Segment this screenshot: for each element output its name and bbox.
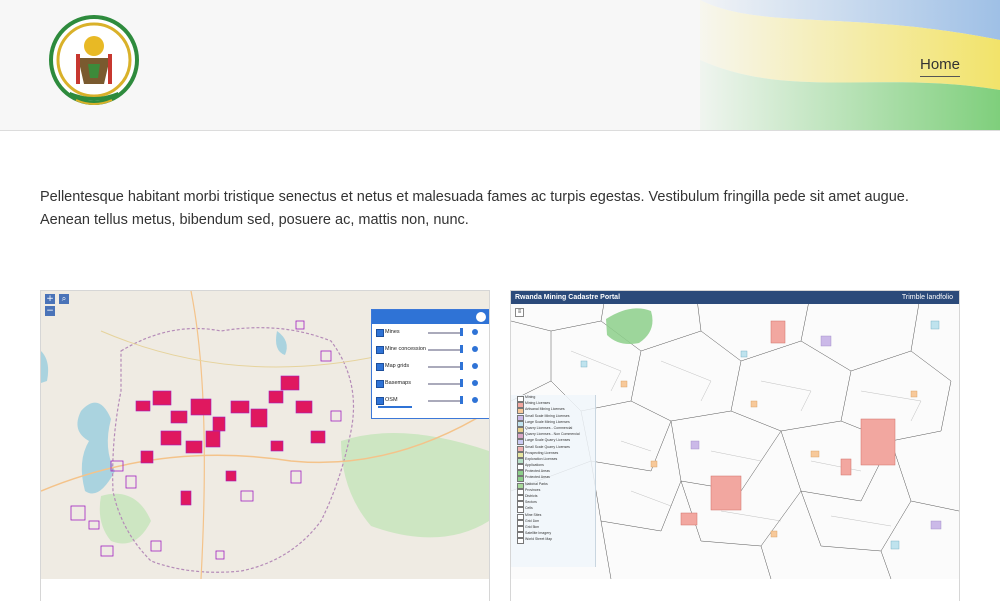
legend-label: Small Scale Mining Licenses [525,413,570,418]
layer-name: OSM [385,397,398,403]
layer-info-icon[interactable] [472,380,478,386]
legend-label: Quarry Licenses - Commercial [525,425,573,430]
map-legend-panel: Mining Mining Licenses Artisanal Mining Li… [511,395,596,567]
layer-info-icon[interactable] [472,363,478,369]
zoom-in-button[interactable]: + [45,294,55,304]
opacity-slider[interactable] [428,400,462,402]
opacity-slider[interactable] [428,366,462,368]
site-header: Home [0,0,1000,131]
legend-label: Cells [525,506,533,511]
layer-name: Map grids [385,363,410,369]
layer-checkbox[interactable] [376,397,384,405]
layers-icon[interactable] [476,312,486,322]
legend-label: National Parks [525,481,548,486]
legend-label: Grid 5km [525,524,540,529]
portal-title: Rwanda Mining Cadastre Portal [515,294,621,301]
layer-name: Mine concession [385,346,426,352]
legend-label: Large Scale Mining Licenses [525,419,570,424]
legend-label: Small Scale Quarry Licenses [525,444,570,449]
layer-name: Basemaps [385,380,411,386]
legend-label: Districts [525,494,538,498]
legend-label: Mine Sites [525,512,542,517]
layer-row-map-grids: Map grids [372,358,489,375]
layer-checkbox[interactable] [376,363,384,371]
portal-title-bar: Rwanda Mining Cadastre Portal Trimble la… [511,291,959,304]
layer-row-mine-concession: Mine concession [372,341,489,358]
legend-label: Prospecting Licenses [525,450,559,455]
slider-handle[interactable] [460,362,463,370]
slider-handle[interactable] [460,396,463,404]
layer-info-icon[interactable] [472,346,478,352]
layer-switcher-panel: Mines Mine concession Map grids Basemaps… [371,309,489,419]
map-zoom-control: + − [45,294,55,318]
legend-label: Grid 1km [525,518,540,523]
legend-label: Protected Areas [525,475,550,480]
slider-handle[interactable] [460,345,463,353]
legend-label: World Street Map [525,537,553,542]
layer-checkbox[interactable] [376,380,384,388]
slider-handle[interactable] [460,328,463,336]
map-tools-icon[interactable]: ≡ [515,308,524,317]
layer-checkbox[interactable] [376,329,384,337]
legend-label: Mining Licenses [525,401,551,406]
legend-item[interactable]: World Street Map [511,537,595,545]
zoom-out-button[interactable]: − [45,306,55,316]
legend-label: Artisanal Mining Licenses [525,407,565,412]
intro-paragraph: Pellentesque habitant morbi tristique se… [40,189,909,228]
legend-label: Satellite Imagery [525,531,552,536]
legend-label: Provinces [525,487,541,492]
cadastre-portal-card[interactable]: Rwanda Mining Cadastre Portal Trimble la… [510,290,960,601]
opacity-slider[interactable] [428,349,462,351]
rwanda-flag-banner [0,0,1000,130]
opacity-slider[interactable] [428,383,462,385]
layer-info-icon[interactable] [472,329,478,335]
legend-label: Sectors [525,500,537,505]
legend-label: Applications [525,463,544,468]
layer-row-mines: Mines [372,324,489,341]
legend-swatch [517,538,524,545]
rwanda-coat-of-arms-logo [49,15,139,105]
nav-home-link[interactable]: Home [919,56,960,77]
legend-label: Exploration Licenses [525,456,558,461]
portal-brand: Trimble landfolio [901,294,953,301]
layer-name: Mines [385,329,400,335]
legend-label: Large Scale Quarry Licenses [525,438,571,443]
legend-label: Mining [525,395,536,399]
layer-row-basemaps: Basemaps [372,375,489,392]
legend-label: Quarry Licenses - Non Commercial [525,432,580,437]
layer-panel-header [372,310,489,324]
opacity-slider[interactable] [428,332,462,334]
layer-info-icon[interactable] [472,397,478,403]
legend-label: Protected Areas [525,469,550,474]
slider-handle[interactable] [460,379,463,387]
layer-checkbox[interactable] [376,346,384,354]
panel-scrollbar[interactable] [378,406,412,408]
map-search-icon[interactable]: ⌕ [59,294,69,304]
mining-map-card[interactable]: + − ⌕ Mines Mine concession Map grids Ba… [40,290,490,601]
